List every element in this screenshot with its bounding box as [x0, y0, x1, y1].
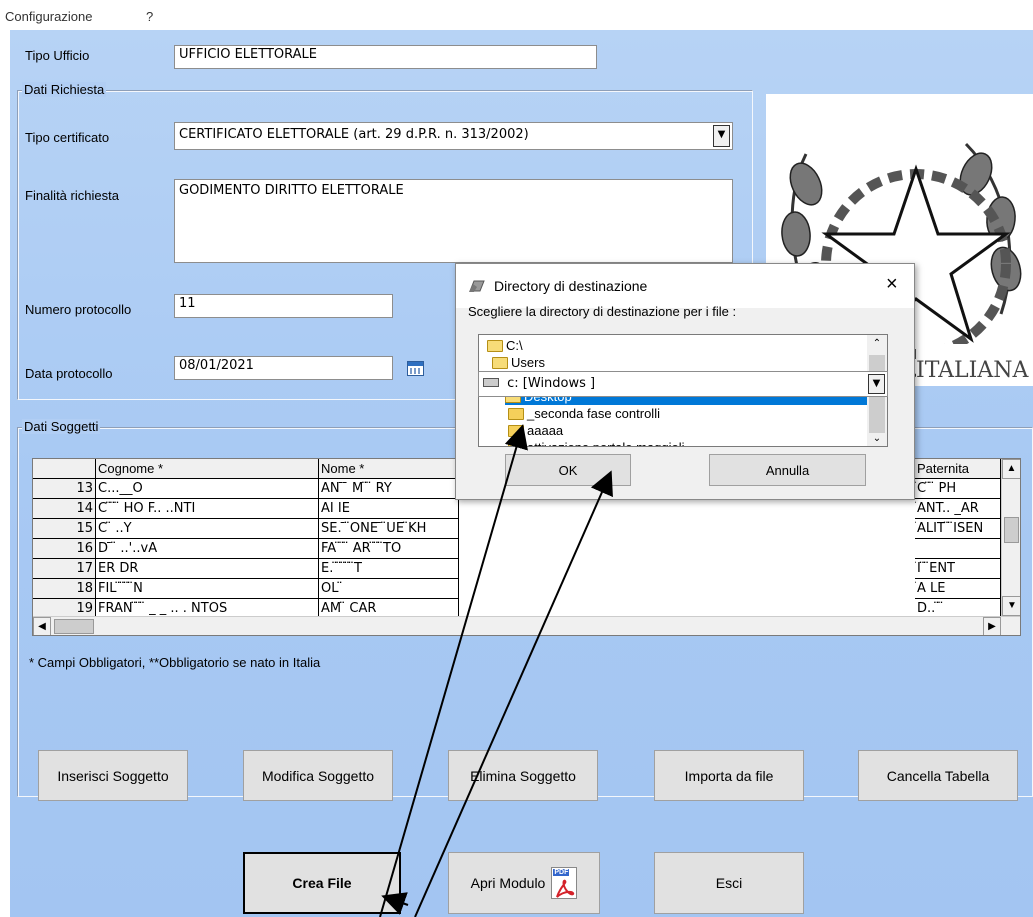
- table-cell-paternita[interactable]: ̈A LE: [915, 579, 1001, 599]
- scroll-thumb[interactable]: [1004, 517, 1019, 543]
- tree-item[interactable]: C:\: [487, 337, 523, 354]
- esci-button[interactable]: Esci: [654, 852, 804, 914]
- drive-value: c: [Windows ]: [507, 376, 596, 391]
- numero-protocollo-field[interactable]: 11: [174, 294, 393, 318]
- finalita-label: Finalità richiesta: [25, 188, 119, 203]
- tree-scroll-down-icon[interactable]: ⌄: [867, 431, 887, 446]
- inserisci-soggetto-button[interactable]: Inserisci Soggetto: [38, 750, 188, 801]
- table-cell-nome[interactable]: E. ̈ ̈ ̈ ̈ ̈T: [319, 559, 459, 579]
- folder-app-icon: [468, 277, 486, 295]
- column-header-cognome[interactable]: Cognome *: [96, 459, 319, 479]
- scroll-right-icon[interactable]: ▶: [983, 617, 1001, 635]
- menu-configurazione[interactable]: Configurazione: [5, 9, 92, 24]
- column-header-nome[interactable]: Nome *: [319, 459, 459, 479]
- emblem-text: ITALIANA: [916, 358, 1029, 383]
- drive-chevron-down-icon[interactable]: ▼: [868, 374, 885, 394]
- tree-item-label: aaaaa: [527, 423, 564, 438]
- table-cell-nome[interactable]: FA ̈ ̈ ̈ AR ̈ ̈ ̈TO: [319, 539, 459, 559]
- data-protocollo-field[interactable]: 08/01/2021: [174, 356, 393, 380]
- table-cell-cognome[interactable]: C ̈ ..Y: [96, 519, 319, 539]
- table-cell-cognome[interactable]: C ̈ ̈ ̈ HO F.. ..NTI: [96, 499, 319, 519]
- tree-item[interactable]: aaaaa: [508, 422, 563, 439]
- scroll-up-icon[interactable]: ▲: [1002, 459, 1020, 479]
- directory-dialog: Directory di destinazione × Scegliere la…: [455, 263, 915, 500]
- row-number[interactable]: 15: [33, 519, 96, 539]
- crea-file-button[interactable]: Crea File: [243, 852, 401, 914]
- tree-item[interactable]: Users: [492, 354, 545, 371]
- tree-item-label: Users: [511, 355, 545, 370]
- cancella-tabella-button[interactable]: Cancella Tabella: [858, 750, 1018, 801]
- row-number[interactable]: 18: [33, 579, 96, 599]
- dialog-prompt: Scegliere la directory di destinazione p…: [468, 304, 737, 319]
- tree-item-label: attivazione portale maggioli: [527, 440, 685, 446]
- drive-select[interactable]: c: [Windows ] ▼: [478, 371, 888, 397]
- pdf-icon: PDF: [551, 867, 578, 899]
- table-corner: [33, 459, 96, 479]
- table-cell-nome[interactable]: AI IE: [319, 499, 459, 519]
- finalita-field[interactable]: GODIMENTO DIRITTO ELETTORALE: [174, 179, 733, 263]
- tipo-ufficio-label: Tipo Ufficio: [25, 48, 90, 63]
- table-cell-nome[interactable]: SE. ̄ ̈ONE ̄ ̈UE ̈KH: [319, 519, 459, 539]
- close-icon[interactable]: ×: [886, 273, 898, 296]
- tree-item-label: C:\: [506, 338, 523, 353]
- dati-soggetti-title: Dati Soggetti: [22, 419, 101, 434]
- tree-item-label: _seconda fase controlli: [527, 406, 660, 421]
- data-protocollo-label: Data protocollo: [25, 366, 113, 381]
- apri-modulo-button[interactable]: Apri Modulo PDF: [448, 852, 600, 914]
- calendar-icon[interactable]: [407, 361, 424, 376]
- folder-icon: [508, 442, 524, 446]
- folder-icon: [508, 425, 524, 437]
- table-cell-cognome[interactable]: C...__O: [96, 479, 319, 499]
- scroll-left-icon[interactable]: ◀: [33, 617, 51, 635]
- tipo-ufficio-field[interactable]: UFFICIO ELETTORALE: [174, 45, 597, 69]
- table-cell-paternita[interactable]: ̈ALIT ̈ ̈ISEN: [915, 519, 1001, 539]
- chevron-down-icon[interactable]: ▼: [713, 125, 730, 147]
- table-cell-nome[interactable]: AN ̄ ̄ M ̈ ̈ RY: [319, 479, 459, 499]
- table-cell-nome[interactable]: OL ̈: [319, 579, 459, 599]
- importa-da-file-button[interactable]: Importa da file: [654, 750, 804, 801]
- drive-icon: [483, 378, 499, 387]
- dialog-title: Directory di destinazione: [494, 278, 648, 294]
- folder-icon: [508, 408, 524, 420]
- table-cell-paternita[interactable]: ̈I ̈ ̈ENT: [915, 559, 1001, 579]
- tree-item[interactable]: attivazione portale maggioli: [508, 439, 685, 446]
- modifica-soggetto-button[interactable]: Modifica Soggetto: [243, 750, 393, 801]
- menu-bar: Configurazione ?: [0, 0, 1033, 30]
- table-cell-cognome[interactable]: ER DR: [96, 559, 319, 579]
- table-cell-paternita[interactable]: ̈C ̈ ̈ PH: [915, 479, 1001, 499]
- row-number[interactable]: 17: [33, 559, 96, 579]
- dati-richiesta-title: Dati Richiesta: [22, 82, 107, 97]
- dialog-titlebar[interactable]: Directory di destinazione ×: [456, 264, 914, 308]
- table-cell-cognome[interactable]: FIL ̈ ̈ ̈ ̈N: [96, 579, 319, 599]
- folder-open-icon: [492, 357, 508, 369]
- table-vertical-scrollbar[interactable]: ▲ ▼: [1001, 459, 1020, 616]
- column-header-paternita[interactable]: Paternita: [915, 459, 1001, 479]
- ok-button[interactable]: OK: [505, 454, 631, 486]
- required-fields-note: * Campi Obbligatori, **Obbligatorio se n…: [29, 655, 321, 670]
- apri-modulo-label: Apri Modulo: [470, 875, 546, 891]
- tree-item[interactable]: _seconda fase controlli: [508, 405, 660, 422]
- scroll-h-thumb[interactable]: [54, 619, 94, 634]
- table-cell-cognome[interactable]: D ̄ ̈ ..'..vA: [96, 539, 319, 559]
- tipo-certificato-value: CERTIFICATO ELETTORALE (art. 29 d.P.R. n…: [179, 127, 529, 142]
- scroll-down-icon[interactable]: ▼: [1002, 596, 1020, 616]
- elimina-soggetto-button[interactable]: Elimina Soggetto: [448, 750, 598, 801]
- row-number[interactable]: 13: [33, 479, 96, 499]
- numero-protocollo-label: Numero protocollo: [25, 302, 132, 317]
- table-cell-paternita[interactable]: [915, 539, 1001, 559]
- row-number[interactable]: 14: [33, 499, 96, 519]
- tree-scroll-up-icon[interactable]: ⌃: [867, 335, 887, 353]
- tipo-certificato-select[interactable]: CERTIFICATO ELETTORALE (art. 29 d.P.R. n…: [174, 122, 733, 150]
- row-number[interactable]: 16: [33, 539, 96, 559]
- table-cell-paternita[interactable]: ̈ANT.. _AR: [915, 499, 1001, 519]
- menu-help[interactable]: ?: [146, 9, 153, 24]
- annulla-button[interactable]: Annulla: [709, 454, 866, 486]
- folder-open-icon: [487, 340, 503, 352]
- tipo-certificato-label: Tipo certificato: [25, 130, 110, 145]
- table-horizontal-scrollbar[interactable]: ◀ ▶: [33, 616, 1020, 635]
